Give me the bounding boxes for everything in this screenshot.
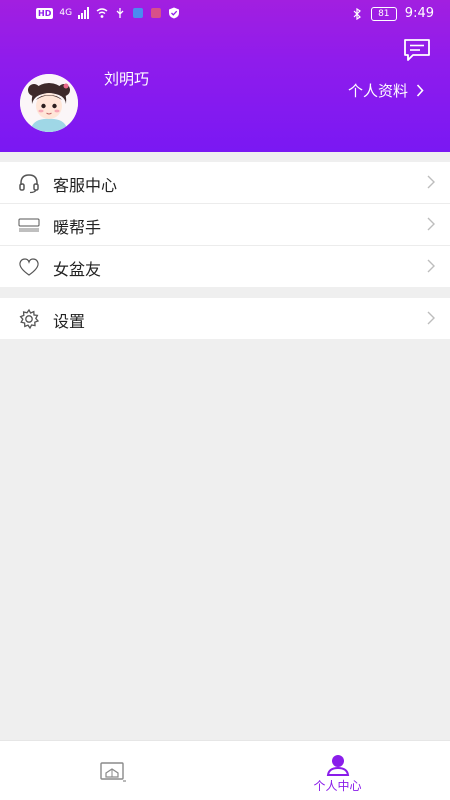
profile-link-label: 个人资料 [347, 82, 408, 100]
person-icon [326, 755, 350, 776]
hd-badge: HD [36, 7, 54, 19]
app-notification-icon-2 [151, 8, 162, 18]
status-bar: HD 4G 81 9:49 [0, 0, 450, 28]
clock: 9:49 [404, 6, 434, 21]
chevron-right-icon [427, 311, 435, 325]
app-notification-icon [133, 8, 144, 18]
menu-group-services: 客服中心 暖帮手 女盆友 [0, 162, 450, 287]
avatar-illustration [20, 74, 78, 132]
menu-item-girlfriend[interactable]: 女盆友 [0, 246, 450, 287]
chevron-right-icon [427, 217, 435, 231]
gear-icon [19, 308, 40, 330]
menu-item-label: 暖帮手 [53, 218, 102, 237]
network-label: 4G [59, 8, 73, 18]
username: 刘明巧 [104, 70, 150, 88]
heart-icon [19, 258, 39, 276]
shield-icon [169, 7, 180, 19]
bottom-tab-bar: 个人中心 [0, 740, 450, 800]
profile-screen: HD 4G 81 9:49 刘明巧 个人资料 客服中心 暖帮手 女盆友 设置 个… [0, 0, 450, 800]
chevron-right-icon [427, 175, 435, 189]
wifi-icon [96, 8, 108, 18]
menu-group-settings: 设置 [0, 298, 450, 339]
profile-header: HD 4G 81 9:49 刘明巧 个人资料 [0, 0, 450, 152]
menu-item-warm-helper[interactable]: 暖帮手 [0, 204, 450, 246]
profile-details-link[interactable]: 个人资料 [348, 80, 424, 101]
message-icon[interactable] [403, 38, 431, 62]
menu-item-label: 设置 [53, 312, 86, 331]
tab-label: 个人中心 [313, 779, 362, 793]
menu-item-label: 客服中心 [53, 176, 118, 195]
usb-icon [116, 8, 124, 18]
avatar[interactable] [20, 74, 78, 132]
signal-icon [78, 7, 90, 19]
chevron-right-icon [416, 84, 424, 97]
home-box-icon [100, 762, 126, 782]
headset-icon [19, 174, 39, 194]
menu-item-settings[interactable]: 设置 [0, 298, 450, 339]
chevron-right-icon [427, 259, 435, 273]
bluetooth-icon [353, 7, 361, 20]
tab-home[interactable] [0, 741, 225, 800]
warm-helper-icon [18, 218, 40, 232]
battery-indicator: 81 [370, 6, 397, 21]
menu-item-customer-service[interactable]: 客服中心 [0, 162, 450, 204]
menu-item-label: 女盆友 [53, 260, 102, 279]
tab-personal-center[interactable]: 个人中心 [225, 741, 450, 800]
